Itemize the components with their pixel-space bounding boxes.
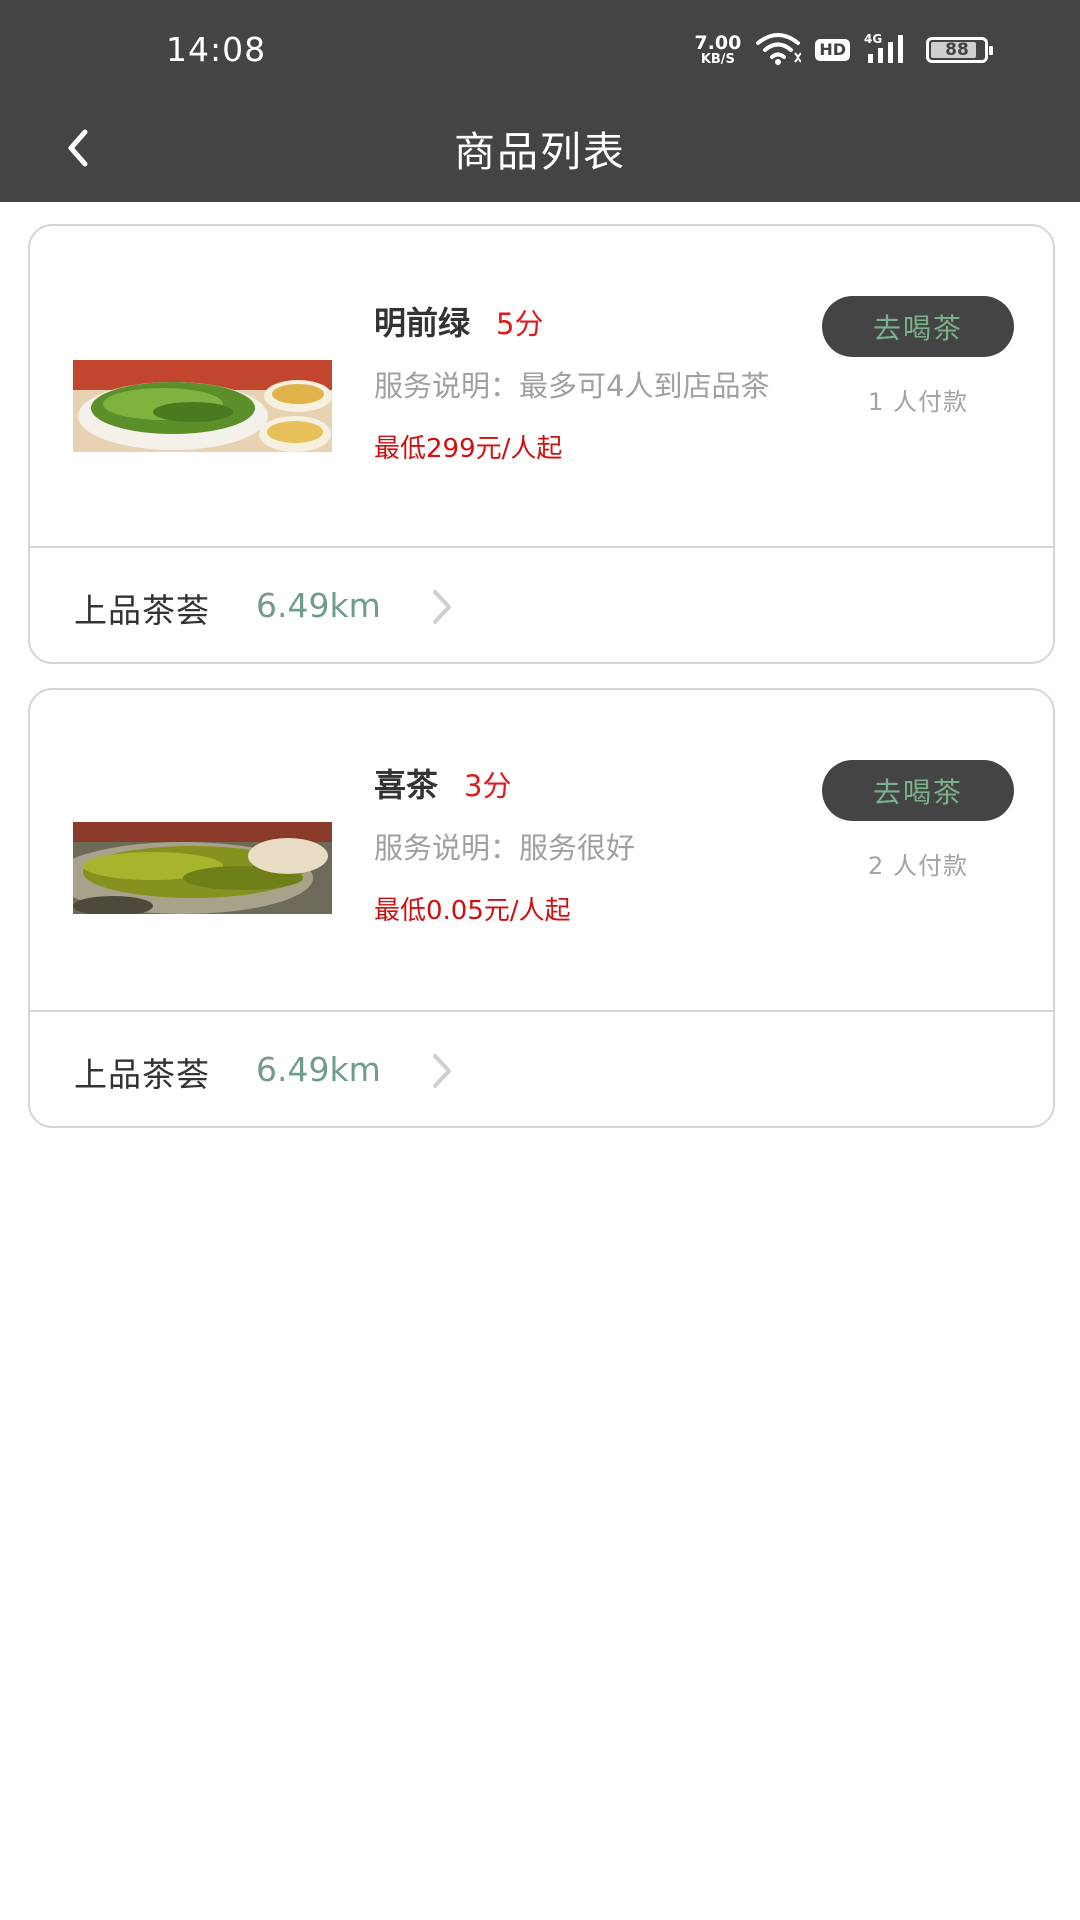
status-time: 14:08 [166, 30, 267, 69]
product-price: 最低0.05元/人起 [374, 896, 571, 926]
product-title: 明前绿 [374, 304, 471, 342]
network-speed-unit: KB/S [700, 52, 735, 67]
product-score: 3分 [464, 769, 512, 803]
go-drink-tea-button[interactable]: 去喝茶 [822, 760, 1014, 821]
product-score: 5分 [496, 307, 544, 341]
chevron-right-icon [430, 1052, 454, 1094]
go-drink-tea-button[interactable]: 去喝茶 [822, 296, 1014, 357]
battery-icon: 88 [926, 37, 993, 63]
product-title-row: 喜茶 3分 [374, 760, 814, 806]
signal-icon: 4G [864, 32, 912, 68]
shop-name: 上品茶荟 [74, 1055, 210, 1094]
shop-row[interactable]: 上品茶荟 6.49km [30, 548, 1053, 664]
paid-count: 2 人付款 [868, 852, 968, 880]
shop-name: 上品茶荟 [74, 591, 210, 630]
shop-distance: 6.49km [256, 1050, 381, 1089]
product-info: 喜茶 3分 服务说明：服务很好 最低0.05元/人起 [374, 760, 814, 927]
nav-bar: 商品列表 [0, 98, 1080, 202]
wifi-icon [755, 31, 803, 69]
network-speed-value: 7.00 [694, 32, 742, 54]
product-thumbnail [73, 822, 332, 914]
product-title-row: 明前绿 5分 [374, 298, 814, 344]
status-icons: 7.00 KB/S HD 4G 88 [694, 30, 993, 70]
product-title: 喜茶 [374, 766, 439, 804]
status-bar: 14:08 7.00 KB/S HD 4G 88 [0, 0, 1080, 98]
product-card[interactable]: 明前绿 5分 服务说明：最多可4人到店品茶 最低299元/人起 去喝茶 1 人付… [28, 224, 1055, 664]
product-description: 服务说明：服务很好 [374, 831, 636, 865]
paid-count: 1 人付款 [868, 388, 968, 416]
product-info: 明前绿 5分 服务说明：最多可4人到店品茶 最低299元/人起 [374, 298, 814, 465]
hd-badge: HD [815, 39, 850, 61]
shop-distance: 6.49km [256, 586, 381, 625]
battery-level: 88 [945, 40, 969, 60]
product-card-main[interactable]: 明前绿 5分 服务说明：最多可4人到店品茶 最低299元/人起 去喝茶 1 人付… [30, 226, 1053, 546]
product-thumbnail [73, 360, 332, 452]
product-card[interactable]: 喜茶 3分 服务说明：服务很好 最低0.05元/人起 去喝茶 2 人付款 上品茶… [28, 688, 1055, 1128]
product-card-main[interactable]: 喜茶 3分 服务说明：服务很好 最低0.05元/人起 去喝茶 2 人付款 [30, 690, 1053, 1010]
network-speed: 7.00 KB/S [694, 32, 742, 67]
product-description: 服务说明：最多可4人到店品茶 [374, 369, 770, 403]
shop-row[interactable]: 上品茶荟 6.49km [30, 1012, 1053, 1128]
page-title: 商品列表 [454, 128, 626, 176]
network-type: 4G [864, 32, 882, 46]
chevron-right-icon [430, 588, 454, 630]
product-price: 最低299元/人起 [374, 434, 563, 464]
